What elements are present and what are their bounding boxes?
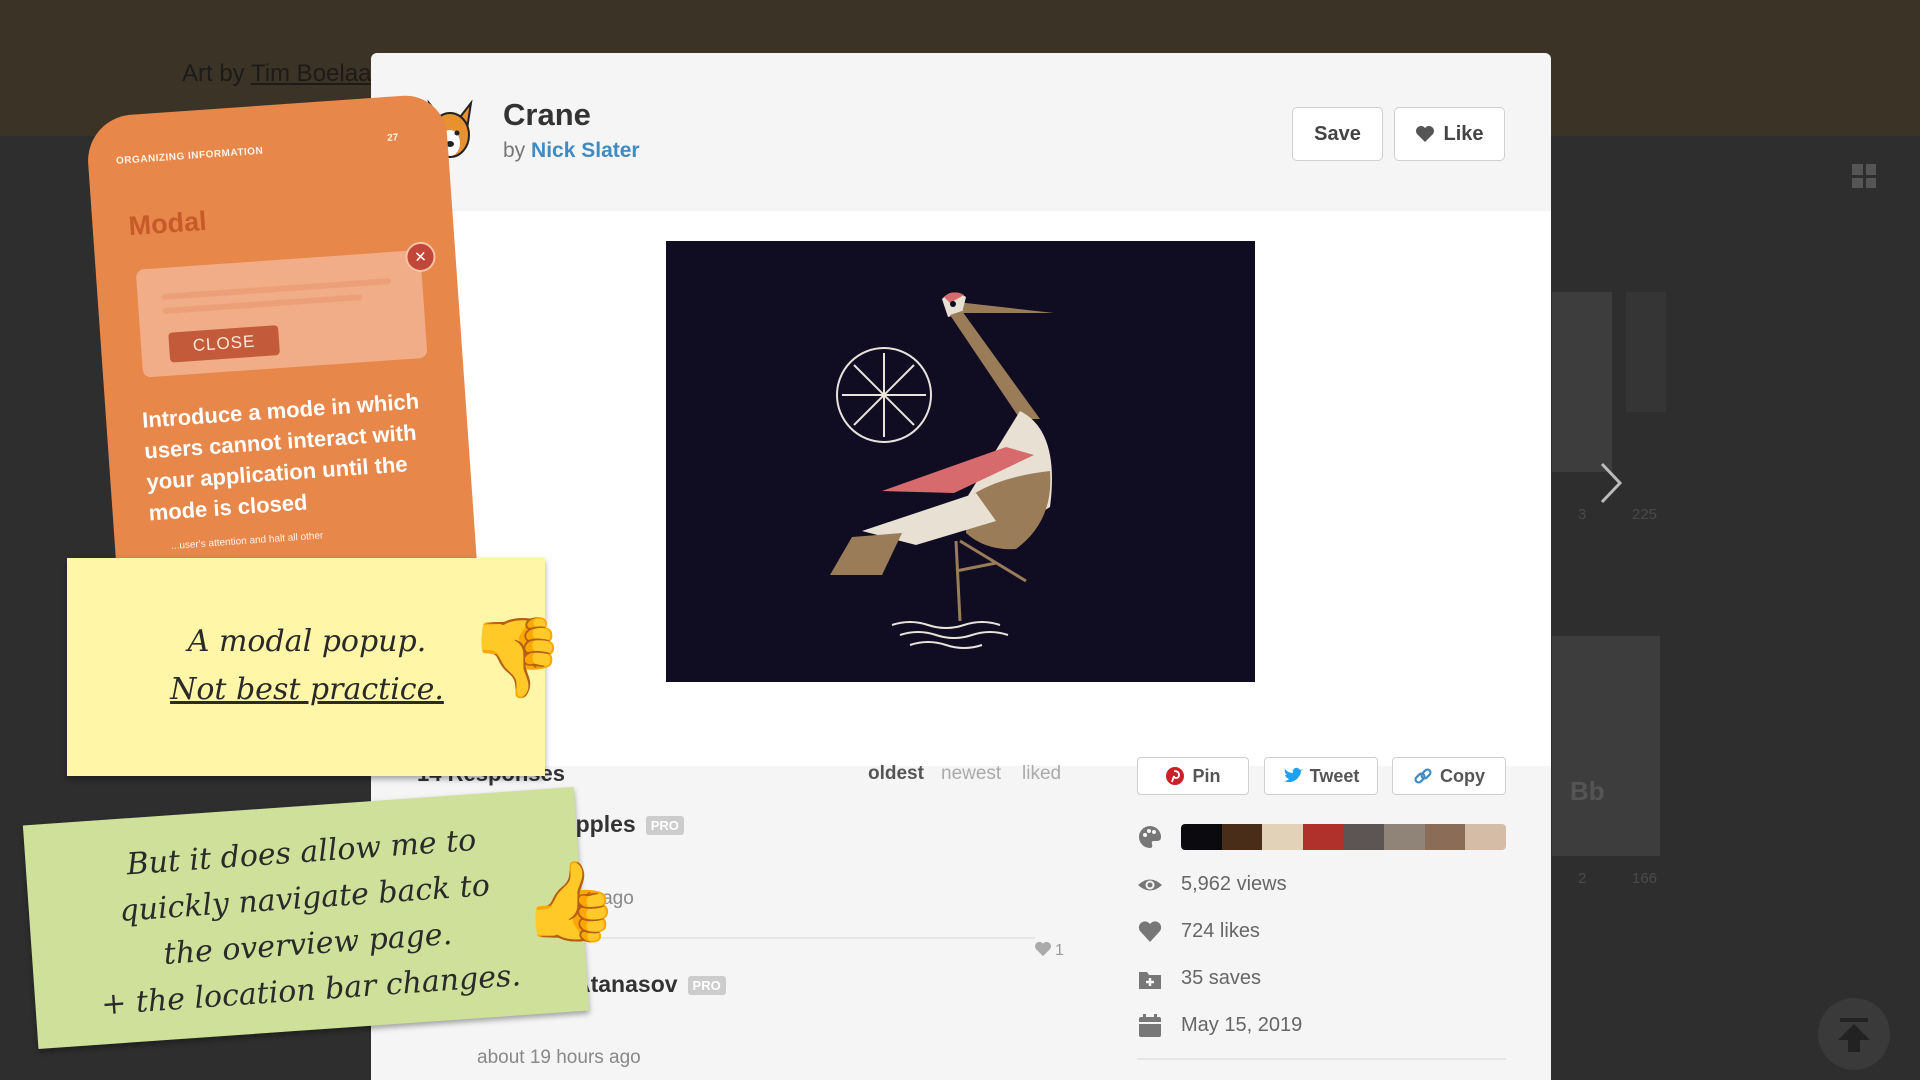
grid-view-icon[interactable] (1852, 164, 1876, 188)
arrow-up-icon (1838, 1018, 1870, 1052)
phone-modal-card: CLOSE ✕ (135, 240, 437, 378)
posted-date: May 15, 2019 (1181, 1014, 1303, 1036)
save-button[interactable]: Save (1292, 107, 1383, 161)
eye-icon (1138, 879, 1162, 891)
palette-swatch[interactable] (1302, 824, 1344, 850)
comment-time: about 19 hours ago (477, 1047, 641, 1068)
palette-swatch[interactable] (1384, 824, 1425, 850)
link-icon (1414, 768, 1432, 784)
phone-title: Modal (127, 205, 208, 242)
comment-author[interactable]: Atanasov PRO (574, 971, 726, 998)
pinterest-icon (1166, 767, 1185, 785)
art-credit-label: Art by (182, 60, 245, 87)
palette-swatch[interactable] (1465, 824, 1506, 850)
heart-icon (1138, 921, 1162, 942)
thumbs-up-icon: 👍 (522, 857, 620, 945)
like-button[interactable]: Like (1394, 107, 1505, 161)
background-shot-stat: 3 (1578, 506, 1587, 523)
pro-badge: PRO (645, 816, 684, 836)
like-label: Like (1443, 122, 1484, 145)
palette-icon (1139, 826, 1161, 848)
phone-kicker: ORGANIZING INFORMATION (115, 145, 264, 167)
comment-author[interactable]: Apples PRO (559, 811, 684, 838)
color-palette (1181, 824, 1506, 850)
sticky-note-green: But it does allow me to quickly navigate… (22, 787, 590, 1049)
modal-example-phone: ORGANIZING INFORMATION 27 Modal CLOSE ✕ … (85, 92, 481, 637)
background-shot-stat: 166 (1632, 870, 1658, 887)
background-shot-thumbnail[interactable] (1626, 292, 1666, 412)
folder-add-icon (1139, 972, 1161, 989)
pro-badge: PRO (687, 976, 726, 996)
twitter-icon (1283, 767, 1303, 783)
copy-link-button[interactable]: Copy (1392, 757, 1506, 795)
pin-label: Pin (1192, 765, 1221, 786)
heart-icon (1416, 126, 1435, 142)
background-shot-stat: 2 (1578, 870, 1587, 887)
save-label: Save (1314, 122, 1361, 145)
sticky-note-green-text: But it does allow me to quickly navigate… (25, 811, 588, 1033)
palette-swatch[interactable] (1221, 824, 1263, 850)
art-credit: Art by Tim Boelaa (182, 60, 371, 88)
palette-swatch[interactable] (1343, 824, 1385, 850)
sort-oldest[interactable]: oldest (868, 763, 924, 785)
comment-like-count: 1 (1055, 942, 1064, 959)
tweet-label: Tweet (1309, 765, 1360, 786)
phone-close-button: CLOSE (168, 325, 281, 363)
pin-button[interactable]: Pin (1137, 757, 1249, 795)
phone-fine-print: ...user's attention and halt all other (170, 530, 324, 553)
background-shot-stat: 225 (1632, 506, 1658, 523)
scroll-to-top-button[interactable] (1818, 998, 1890, 1070)
thumbnail-text: Bb (1570, 776, 1605, 806)
palette-swatch[interactable] (1424, 824, 1466, 850)
stats-divider (1137, 1058, 1506, 1060)
saves-count[interactable]: 35 saves (1181, 967, 1261, 990)
crane-artwork[interactable] (666, 241, 1255, 682)
sort-newest[interactable]: newest (941, 763, 1001, 785)
author-link[interactable]: Nick Slater (531, 139, 640, 162)
tweet-button[interactable]: Tweet (1264, 757, 1378, 795)
art-credit-link[interactable]: Tim Boelaa (251, 60, 372, 87)
background-shot-thumbnail[interactable]: Bb (1552, 636, 1660, 856)
shot-title: Crane (503, 97, 591, 132)
palette-swatch[interactable] (1181, 824, 1222, 850)
background-shot-thumbnail[interactable] (1552, 292, 1612, 472)
views-count: 5,962 views (1181, 873, 1287, 895)
comment-author-name: Atanasov (574, 971, 678, 997)
close-icon: ✕ (404, 240, 437, 273)
phone-close-label: CLOSE (192, 331, 256, 356)
byline-label: by (503, 139, 526, 162)
phone-page-number: 27 (386, 132, 399, 144)
next-shot-arrow-icon[interactable] (1596, 458, 1626, 508)
sort-liked[interactable]: liked (1022, 763, 1061, 785)
copy-label: Copy (1440, 765, 1485, 786)
shot-byline: by Nick Slater (503, 139, 640, 163)
calendar-icon (1139, 1014, 1161, 1037)
phone-body-text: Introduce a mode in which users cannot i… (141, 388, 420, 526)
likes-count[interactable]: 724 likes (1181, 920, 1260, 943)
palette-swatch[interactable] (1262, 824, 1303, 850)
comment-heart-icon[interactable] (1034, 941, 1052, 957)
thumbs-down-icon: 👎 (468, 613, 566, 701)
